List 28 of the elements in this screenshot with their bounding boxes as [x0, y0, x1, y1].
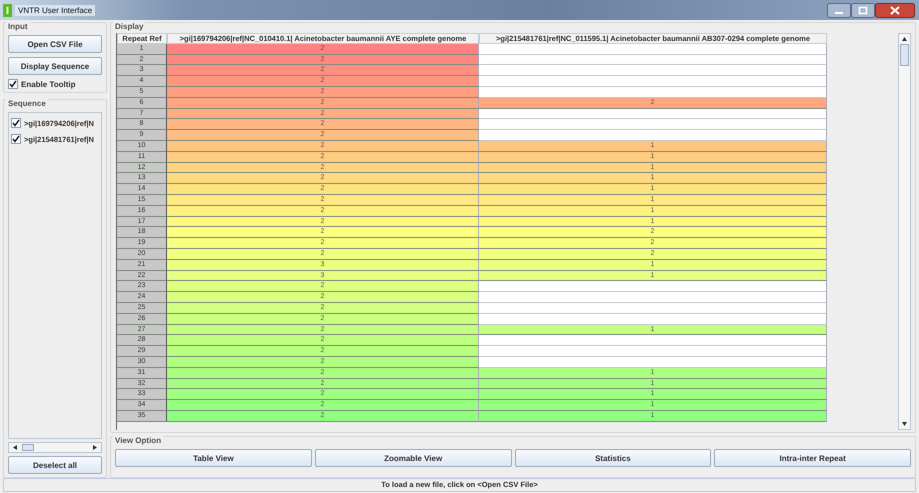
checkbox-label: Enable Tooltip [21, 80, 76, 88]
app-icon [3, 4, 12, 16]
horizontal-scrollbar[interactable] [8, 442, 102, 453]
minimize-icon[interactable] [827, 2, 851, 18]
window-title: VNTR User Interface [15, 4, 96, 16]
group-label: Input [6, 22, 30, 31]
checkbox[interactable] [11, 134, 21, 144]
checkbox[interactable] [11, 118, 21, 128]
checkbox[interactable] [8, 79, 18, 89]
group-label: View Option [113, 436, 164, 445]
view-button[interactable]: Table View [115, 449, 312, 467]
up-arrow-icon[interactable] [902, 37, 907, 41]
vertical-scrollbar[interactable] [898, 33, 911, 430]
scroll-thumb[interactable] [900, 44, 909, 66]
group-label: Display [113, 22, 146, 31]
view-button[interactable]: Zoomable View [314, 449, 512, 467]
left-arrow-icon[interactable] [11, 445, 20, 450]
action-button[interactable]: Open CSV File [8, 35, 102, 53]
maximize-icon[interactable] [851, 2, 875, 18]
view-button[interactable]: Intra-inter Repeat [714, 449, 911, 467]
view-button[interactable]: Statistics [514, 449, 712, 467]
down-arrow-icon[interactable] [902, 422, 907, 426]
right-arrow-icon[interactable] [90, 445, 99, 450]
group-label: Sequence [6, 99, 48, 108]
close-icon[interactable] [875, 2, 915, 18]
deselect-button[interactable]: Deselect all [8, 456, 102, 474]
action-button[interactable]: Display Sequence [8, 57, 102, 75]
scroll-thumb[interactable] [22, 444, 34, 451]
